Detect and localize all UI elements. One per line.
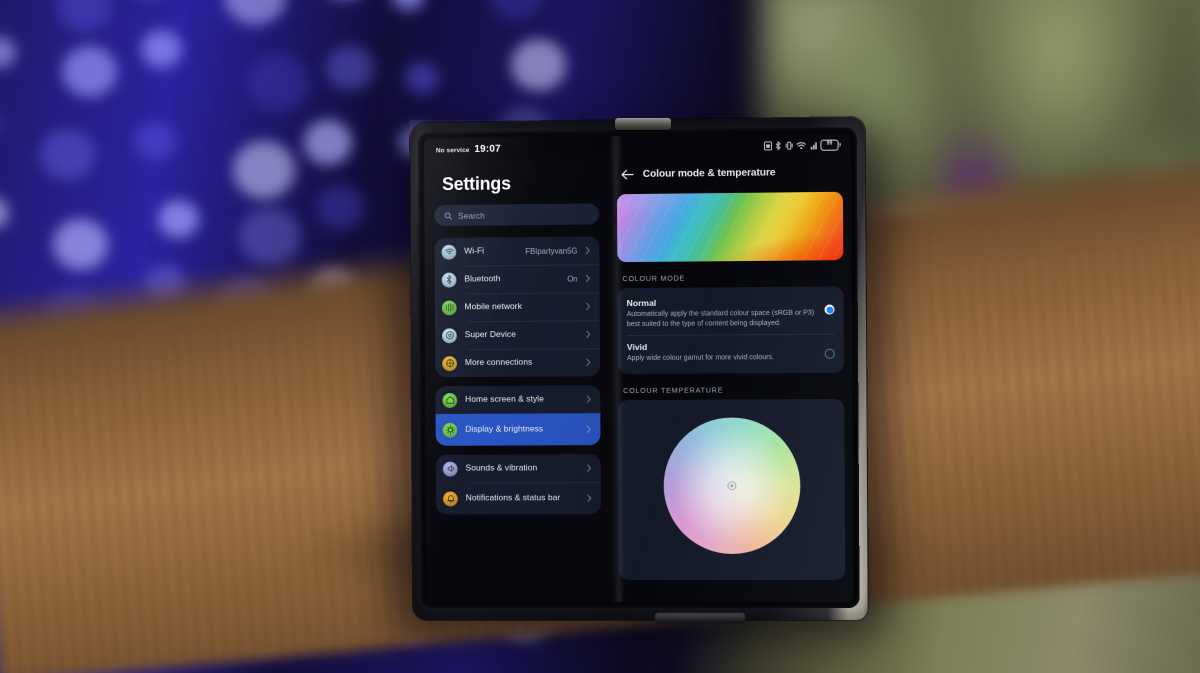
bluetooth-icon — [441, 272, 457, 288]
back-arrow-icon[interactable] — [621, 169, 634, 180]
clock: 19:07 — [474, 143, 501, 155]
phone-bezel: No service 19:07 99 Settings Search Wi-F… — [418, 127, 860, 609]
page-title: Settings — [441, 173, 511, 195]
sidebar-item-sounds-vibration[interactable]: Sounds & vibration — [436, 454, 601, 482]
mobile-network-icon — [441, 299, 457, 315]
colour-mode-option-vivid[interactable]: Vivid Apply wide colour gamut for more v… — [627, 338, 835, 367]
sidebar-item-label: Wi-Fi — [464, 245, 485, 256]
colour-mode-card: Normal Automatically apply the standard … — [617, 286, 845, 375]
sidebar-item-label: Super Device — [464, 328, 516, 340]
chevron-right-icon — [586, 247, 591, 255]
sidebar-item-label: Home screen & style — [465, 393, 544, 405]
sidebar-item-label: Mobile network — [464, 301, 522, 312]
colour-mode-section-label: COLOUR MODE — [622, 273, 686, 284]
sidebar-item-label: Sounds & vibration — [465, 462, 538, 473]
colour-temperature-section-label: COLOUR TEMPERATURE — [623, 385, 724, 396]
hinge-top — [615, 117, 672, 131]
status-bar-icons: 99 — [763, 139, 839, 151]
super-device-icon — [441, 327, 457, 343]
battery-level: 99 — [826, 140, 833, 148]
carrier-label: No service — [435, 146, 470, 154]
search-icon — [444, 211, 452, 219]
sidebar-item-mobile-network[interactable]: Mobile network — [435, 292, 600, 321]
photo-scene: No service 19:07 99 Settings Search Wi-F… — [0, 0, 1200, 673]
wifi-icon — [796, 140, 806, 149]
option-divider — [626, 333, 835, 337]
sidebar-item-more-connections[interactable]: More connections — [435, 348, 600, 377]
settings-groups: Wi-Fi FBIpartyvan5G Bluetooth On Mobile netw… — [434, 236, 601, 515]
search-input[interactable]: Search — [434, 203, 600, 227]
radio-vivid[interactable] — [824, 349, 835, 360]
sim-card-icon — [763, 141, 771, 150]
hinge-bottom — [655, 613, 745, 623]
sidebar-item-bluetooth[interactable]: Bluetooth On — [435, 264, 600, 293]
more-connections-icon — [442, 355, 458, 371]
battery-icon: 99 — [820, 139, 839, 151]
chevron-right-icon — [588, 495, 592, 503]
sidebar-item-display-brightness[interactable]: Display & brightness — [435, 413, 601, 446]
option-title: Vivid — [626, 342, 648, 353]
colour-temperature-handle[interactable] — [726, 481, 736, 491]
colour-gamut-banner — [616, 191, 844, 263]
chevron-right-icon — [586, 303, 591, 311]
radio-normal[interactable] — [824, 304, 835, 315]
signal-icon — [810, 141, 817, 150]
option-text: Vivid Apply wide colour gamut for more v… — [627, 341, 817, 364]
search-placeholder: Search — [458, 210, 485, 221]
colour-temperature-card — [618, 398, 846, 580]
sidebar-item-notifications-status-bar[interactable]: Notifications & status bar — [436, 482, 601, 514]
wifi-icon — [441, 244, 457, 260]
detail-header: Colour mode & temperature — [617, 156, 843, 191]
chevron-right-icon — [587, 426, 592, 434]
sidebar-item-home-screen-style[interactable]: Home screen & style — [435, 385, 600, 414]
phone-screen: No service 19:07 99 Settings Search Wi-F… — [423, 133, 854, 603]
sidebar-item-value: On — [567, 274, 578, 284]
option-description: Apply wide colour gamut for more vivid c… — [626, 354, 775, 363]
sidebar-item-super-device[interactable]: Super Device — [435, 320, 600, 349]
vibrate-icon — [785, 141, 793, 150]
colour-mode-option-normal[interactable]: Normal Automatically apply the standard … — [627, 293, 835, 332]
option-description: Automatically apply the standard colour … — [626, 309, 815, 328]
banner-gradient — [616, 191, 844, 263]
option-title: Normal — [626, 297, 657, 309]
sidebar-item-label: Bluetooth — [464, 273, 501, 284]
chevron-right-icon — [587, 359, 592, 367]
option-text: Normal Automatically apply the standard … — [627, 297, 817, 330]
detail-title: Colour mode & temperature — [642, 166, 776, 180]
sounds-vibration-icon — [442, 461, 458, 477]
status-bar-left: No service 19:07 — [436, 143, 501, 155]
settings-left-pane: Settings Search Wi-Fi FBIpartyvan5G Blueto… — [424, 158, 612, 602]
display-brightness-icon — [442, 422, 458, 438]
settings-group: Wi-Fi FBIpartyvan5G Bluetooth On Mobile netw… — [434, 236, 601, 378]
chevron-right-icon — [586, 275, 591, 283]
home-screen-icon — [442, 392, 458, 408]
bluetooth-icon — [775, 141, 781, 150]
settings-group: Sounds & vibration Notifications & status… — [435, 454, 601, 515]
sidebar-item-label: Notifications & status bar — [465, 492, 561, 503]
sidebar-item-value: FBIpartyvan5G — [525, 246, 578, 256]
chevron-right-icon — [587, 331, 591, 339]
chevron-right-icon — [587, 396, 592, 404]
settings-detail-pane: Colour mode & temperature COLOUR MODE No… — [608, 155, 854, 603]
notifications-icon — [442, 491, 458, 506]
foldable-phone: No service 19:07 99 Settings Search Wi-F… — [392, 117, 887, 638]
chevron-right-icon — [587, 465, 592, 473]
sidebar-item-wi-fi[interactable]: Wi-Fi FBIpartyvan5G — [434, 236, 599, 265]
sidebar-item-label: More connections — [464, 356, 533, 368]
sidebar-item-label: Display & brightness — [465, 423, 544, 434]
settings-group: Home screen & style Display & brightness — [435, 385, 601, 446]
